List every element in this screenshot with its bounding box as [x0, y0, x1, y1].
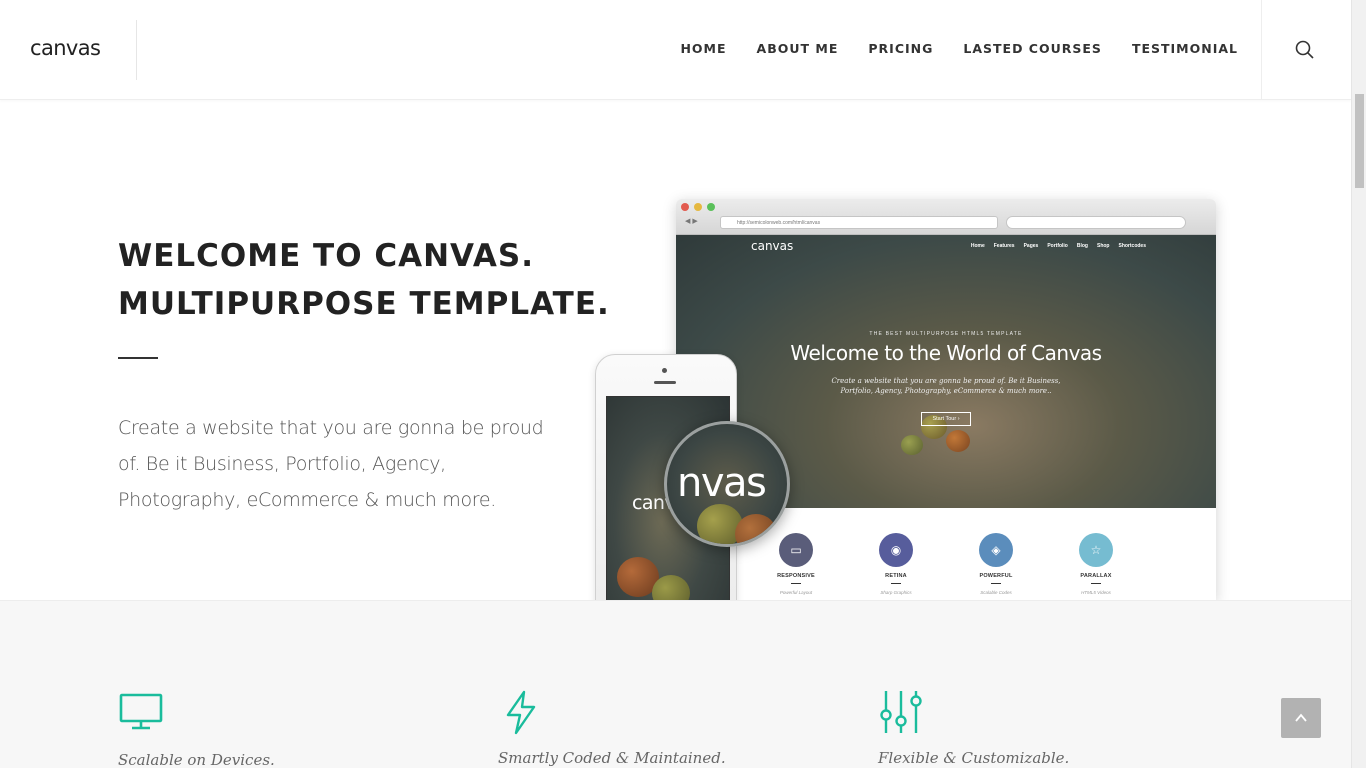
hero-title-line1: WELCOME TO CANVAS. — [118, 238, 535, 274]
mockup-nav-item: Portfolio — [1047, 243, 1068, 249]
mockup-feature-label: POWERFUL — [979, 573, 1013, 579]
phone-camera — [662, 368, 667, 373]
browser-toolbar: ◀ ▶ http://semicolonweb.com/html/canvas — [676, 199, 1216, 235]
search-button[interactable] — [1294, 39, 1316, 61]
mockup-subtitle: Create a website that you are gonna be p… — [831, 377, 1061, 395]
nav-testimonial[interactable]: TESTIMONIAL — [1132, 41, 1238, 56]
mockup-logo: canvas — [751, 239, 794, 253]
feature-item: Smartly Coded & Maintained. — [498, 689, 726, 767]
hero-divider — [118, 357, 158, 359]
mockup-feature-caption: Sharp Graphics — [880, 590, 912, 595]
mockup-feature-label: PARALLAX — [1080, 573, 1112, 579]
mockup-nav-item: Shortcodes — [1118, 243, 1146, 249]
sliders-icon — [880, 691, 922, 733]
mockup-nav-item: Home — [970, 243, 985, 249]
eye-icon: ◉ — [879, 533, 913, 567]
mockup-feature-dash — [1091, 583, 1101, 584]
mockup-feature-caption: Scalable Codes — [980, 590, 1012, 595]
search-divider — [1261, 0, 1262, 100]
mockup-url: http://semicolonweb.com/html/canvas — [720, 216, 998, 229]
phone-side-button — [595, 395, 596, 409]
mockup-feature: ☆ PARALLAX HTML5 Videos — [1056, 533, 1136, 595]
nav-lasted-courses[interactable]: LASTED COURSES — [963, 41, 1102, 56]
nav-pricing[interactable]: PRICING — [868, 41, 933, 56]
nav-home[interactable]: HOME — [680, 41, 726, 56]
mockup-feature-dash — [891, 583, 901, 584]
back-arrow-icon: ◀ ▶ — [685, 218, 698, 225]
mockup-title: Welcome to the World of Canvas — [790, 341, 1102, 365]
monitor-icon: ▭ — [779, 533, 813, 567]
site-header: canvas HOME ABOUT ME PRICING LASTED COUR… — [0, 0, 1351, 100]
scrollbar-thumb[interactable] — [1355, 94, 1364, 188]
mockup-nav-item: Shop — [1096, 243, 1110, 249]
magnifier-text: nvas — [677, 460, 767, 506]
monitor-icon — [119, 693, 163, 730]
mockup-feature: ◈ POWERFUL Scalable Codes — [956, 533, 1036, 595]
hero-title-line2: MULTIPURPOSE TEMPLATE. — [118, 286, 610, 322]
site-logo[interactable]: canvas — [30, 36, 101, 60]
search-icon — [1295, 40, 1314, 59]
mockup-feature-dash — [791, 583, 801, 584]
feature-item: Scalable on Devices. — [118, 691, 275, 768]
lightning-icon — [506, 690, 536, 735]
mockup-search-box — [1006, 216, 1186, 229]
mockup-feature-caption: HTML5 Videos — [1081, 590, 1111, 595]
mockup-nav-item: Pages — [1023, 243, 1039, 249]
mockup-start-button: Start Tour › — [921, 412, 971, 426]
phone-speaker — [654, 381, 676, 384]
page-scrollbar[interactable] — [1351, 0, 1366, 768]
mockup-feature: ◉ RETINA Sharp Graphics — [856, 533, 936, 595]
fruit-shape — [901, 435, 923, 455]
main-nav: HOME ABOUT ME PRICING LASTED COURSES TES… — [650, 41, 1238, 56]
back-to-top-button[interactable] — [1281, 698, 1321, 738]
close-dot-icon — [681, 203, 689, 211]
mockup-feature-label: RETINA — [885, 573, 907, 579]
features-section: Scalable on Devices. Smartly Coded & Mai… — [0, 600, 1351, 768]
fruit-shape — [946, 430, 970, 452]
logo-divider — [136, 20, 137, 80]
magnifier-lens-image: nvas — [664, 421, 790, 547]
layers-icon: ◈ — [979, 533, 1013, 567]
mockup-nav-item: Blog — [1076, 243, 1088, 249]
nav-about-me[interactable]: ABOUT ME — [757, 41, 839, 56]
fruit-shape — [735, 514, 777, 544]
feature-item: Flexible & Customizable. — [878, 689, 1069, 767]
phone-side-button — [595, 421, 596, 445]
feature-title: Flexible & Customizable. — [878, 749, 1070, 767]
mockup-nav: Home Features Pages Portfolio Blog Shop … — [971, 243, 1146, 249]
maximize-dot-icon — [707, 203, 715, 211]
mockup-kicker: THE BEST MULTIPURPOSE HTML5 TEMPLATE — [869, 331, 1023, 337]
hero-description: Create a website that you are gonna be p… — [118, 417, 544, 511]
star-icon: ☆ — [1079, 533, 1113, 567]
chevron-up-icon — [1295, 713, 1307, 722]
feature-title: Smartly Coded & Maintained. — [498, 749, 726, 767]
minimize-dot-icon — [694, 203, 702, 211]
mockup-nav-item: Features — [993, 243, 1015, 249]
mockup-feature-caption: Powerful Layout — [779, 590, 813, 595]
mockup-feature-dash — [991, 583, 1001, 584]
hero-title: WELCOME TO CANVAS. MULTIPURPOSE TEMPLATE… — [118, 232, 610, 328]
mockup-feature-label: RESPONSIVE — [777, 573, 815, 579]
feature-title: Scalable on Devices. — [118, 751, 275, 768]
